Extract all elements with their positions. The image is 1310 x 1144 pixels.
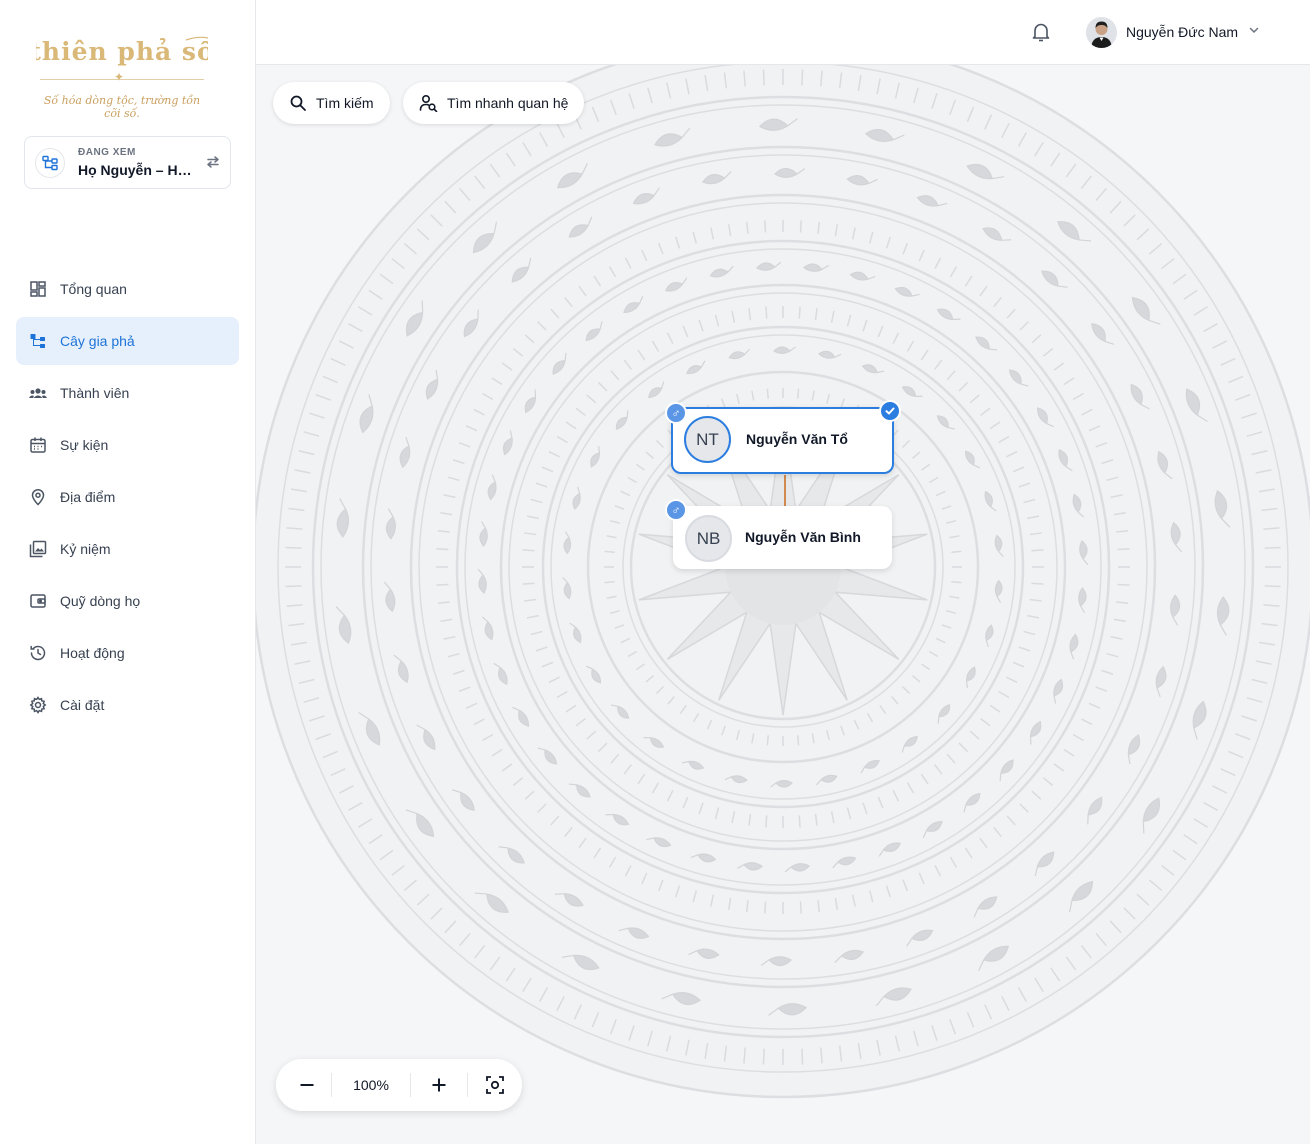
dashboard-icon: [28, 279, 48, 299]
zoom-in-button[interactable]: [416, 1059, 462, 1111]
search-button[interactable]: Tìm kiếm: [273, 82, 390, 124]
nav-item-settings[interactable]: Cài đặt: [16, 681, 239, 729]
nav-item-members[interactable]: Thành viên: [16, 369, 239, 417]
wallet-icon: [28, 591, 48, 611]
photo-album-icon: [28, 539, 48, 559]
gear-icon: [28, 695, 48, 715]
nav-item-places[interactable]: Địa điểm: [16, 473, 239, 521]
nav-item-activity[interactable]: Hoạt động: [16, 629, 239, 677]
nav-label: Sự kiện: [60, 437, 109, 453]
check-icon: [879, 400, 901, 422]
member-avatar: NT: [684, 416, 731, 463]
calendar-icon: [28, 435, 48, 455]
nav-label: Quỹ dòng họ: [60, 593, 141, 609]
fit-to-screen-button[interactable]: [472, 1059, 518, 1111]
nav-item-family-tree[interactable]: Cây gia phả: [16, 317, 239, 365]
brand-tagline: Số hóa dòng tộc, trường tồn cõi số.: [43, 94, 201, 120]
family-tree-icon: [28, 331, 48, 351]
search-label: Tìm kiếm: [316, 95, 374, 111]
plus-icon: [432, 1078, 446, 1092]
sidebar: thiên phả số ✦ Số hóa dòng tộc, trường t…: [0, 0, 256, 1144]
nav-label: Cây gia phả: [60, 333, 135, 349]
nav-label: Địa điểm: [60, 489, 116, 505]
tree-node-card[interactable]: ♂ NT Nguyễn Văn Tổ: [665, 400, 901, 474]
divider: [410, 1073, 411, 1097]
viewing-label: ĐANG XEM: [78, 147, 136, 158]
brand-logo[interactable]: thiên phả số ✦ Số hóa dòng tộc, trường t…: [29, 30, 214, 120]
user-menu[interactable]: Nguyễn Đức Nam: [1086, 16, 1260, 48]
bronze-drum-pattern: [256, 65, 1310, 1099]
zoom-level: 100%: [353, 1077, 389, 1093]
chevron-down-icon: [1248, 23, 1260, 41]
bell-icon[interactable]: [1031, 21, 1051, 48]
svg-text:thiên phả số: thiên phả số: [36, 37, 208, 66]
nav-label: Cài đặt: [60, 697, 105, 713]
user-name: Nguyễn Đức Nam: [1126, 24, 1239, 40]
swap-icon[interactable]: [205, 154, 221, 175]
divider: [467, 1073, 468, 1097]
logo-wordmark: thiên phả số: [29, 36, 214, 66]
family-switcher[interactable]: ĐANG XEM Họ Nguyễn – Hà Nội: [24, 136, 231, 189]
viewing-family-name: Họ Nguyễn – Hà Nội: [78, 162, 196, 178]
male-icon: ♂: [665, 499, 687, 521]
family-tree-canvas[interactable]: Tìm kiếm Tìm nhanh quan hệ ♂ NT Nguyễn V…: [256, 65, 1310, 1144]
parent-child-link: [784, 475, 786, 507]
nav-label: Thành viên: [60, 385, 130, 401]
quick-relation-button[interactable]: Tìm nhanh quan hệ: [403, 82, 585, 124]
nav-item-events[interactable]: Sự kiện: [16, 421, 239, 469]
zoom-out-button[interactable]: [284, 1059, 330, 1111]
search-icon: [289, 94, 307, 112]
minus-icon: [300, 1084, 314, 1086]
nav-label: Tổng quan: [60, 281, 127, 297]
top-header: Nguyễn Đức Nam: [256, 0, 1310, 65]
quick-relation-label: Tìm nhanh quan hệ: [447, 95, 569, 111]
history-icon: [28, 643, 48, 663]
nav-item-overview[interactable]: Tổng quan: [16, 265, 239, 313]
member-avatar: NB: [685, 515, 732, 562]
user-avatar: [1086, 16, 1117, 48]
sparkle-icon: ✦: [114, 70, 125, 84]
nav-item-memories[interactable]: Kỷ niệm: [16, 525, 239, 573]
person-search-icon: [419, 94, 438, 112]
tree-node-card[interactable]: ♂ NB Nguyễn Văn Bình: [665, 499, 892, 569]
male-icon: ♂: [665, 402, 687, 424]
member-name: Nguyễn Văn Bình: [745, 529, 861, 545]
location-pin-icon: [28, 487, 48, 507]
family-tree-icon: [35, 148, 65, 178]
member-name: Nguyễn Văn Tổ: [746, 431, 848, 447]
focus-frame-icon: [486, 1076, 504, 1094]
logo-title-wrap: thiên phả số: [29, 30, 214, 70]
main-nav: Tổng quan Cây gia phả Thành viên Sự kiện…: [16, 265, 239, 733]
nav-label: Hoạt động: [60, 645, 125, 661]
nav-label: Kỷ niệm: [60, 541, 111, 557]
members-icon: [28, 383, 48, 403]
nav-item-clan-fund[interactable]: Quỹ dòng họ: [16, 577, 239, 625]
zoom-controls: 100%: [276, 1059, 522, 1111]
